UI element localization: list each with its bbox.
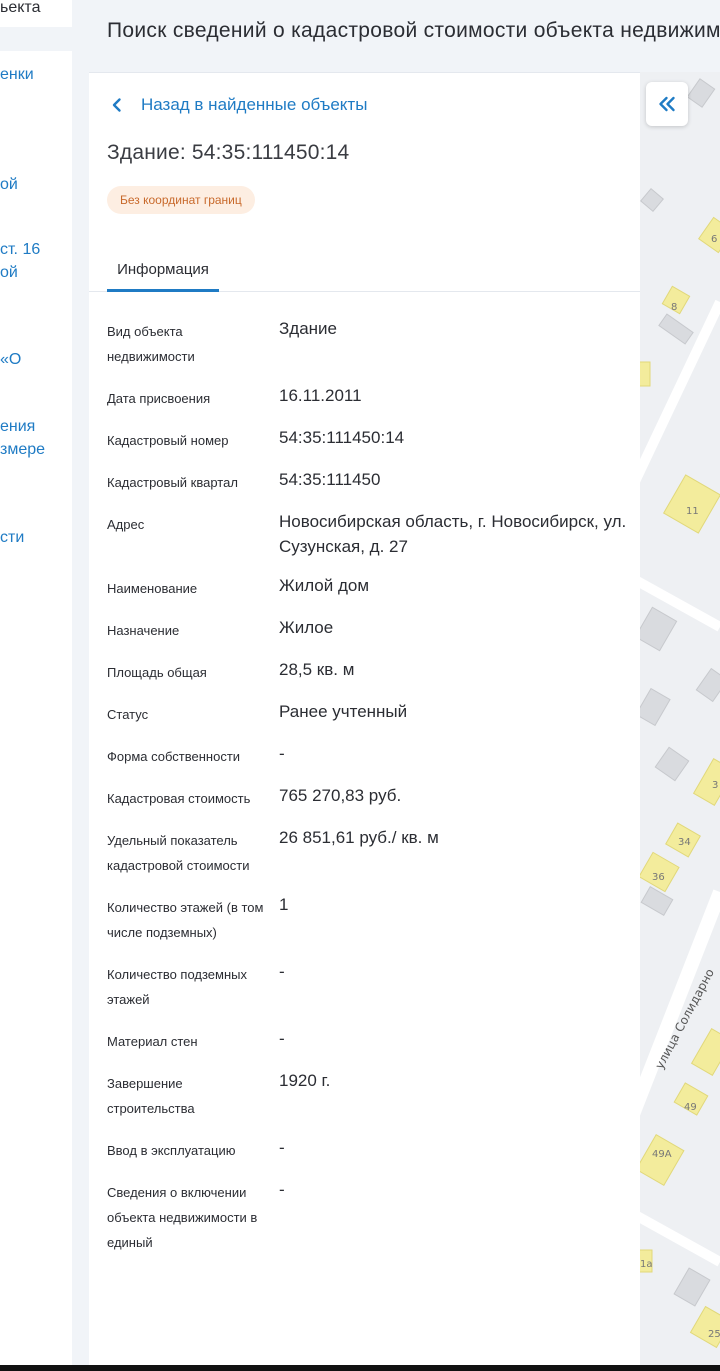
info-label: Завершение строительства xyxy=(107,1076,195,1116)
info-row: Кадастровый номер 54:35:111450:14 xyxy=(107,428,627,453)
map-label: 34 xyxy=(678,837,691,848)
info-label: Форма собственности xyxy=(107,749,241,764)
sidebar: ьекта енки ой ст. 16 ой «О ения змере ст… xyxy=(0,0,72,1371)
tab-information[interactable]: Информация xyxy=(107,251,219,292)
map-label: 8 xyxy=(671,302,677,313)
sidebar-item-label[interactable]: «О xyxy=(0,349,21,371)
info-value: Ранее учтенный xyxy=(279,702,408,721)
collapse-panel-button[interactable] xyxy=(646,82,688,126)
double-chevron-left-icon xyxy=(659,96,675,112)
info-value: Новосибирская область, г. Новосибирск, у… xyxy=(279,512,627,556)
info-list: Вид объекта недвижимости Здание Дата при… xyxy=(107,319,627,1272)
info-row: Статус Ранее учтенный xyxy=(107,702,627,727)
info-value: 1 xyxy=(279,895,289,914)
info-label: Ввод в эксплуатацию xyxy=(107,1143,236,1158)
info-label: Кадастровый квартал xyxy=(107,475,238,490)
info-value: Жилой дом xyxy=(279,576,370,595)
map-label: 25 xyxy=(708,1329,720,1340)
info-label: Вид объекта недвижимости xyxy=(107,324,195,364)
info-row: Площадь общая 28,5 кв. м xyxy=(107,660,627,685)
info-value: - xyxy=(279,962,285,981)
info-label: Адрес xyxy=(107,517,145,532)
info-label: Удельный показатель кадастровой стоимост… xyxy=(107,833,250,873)
info-label: Сведения о включении объекта недвижимост… xyxy=(107,1185,258,1250)
info-row: Адрес Новосибирская область, г. Новосиби… xyxy=(107,512,627,559)
info-row: Кадастровая стоимость 765 270,83 руб. xyxy=(107,786,627,811)
map-label: 49 xyxy=(684,1102,697,1113)
map-label: 49А xyxy=(652,1149,672,1160)
tab-bar: Информация xyxy=(89,251,640,292)
info-value: - xyxy=(279,1029,285,1048)
info-row: Материал стен - xyxy=(107,1029,627,1054)
sidebar-item-label[interactable]: ения xyxy=(0,416,35,438)
back-to-results-link[interactable]: Назад в найденные объекты xyxy=(107,93,367,117)
info-label: Статус xyxy=(107,707,149,722)
info-label: Материал стен xyxy=(107,1034,198,1049)
map-label: 3 xyxy=(712,780,718,791)
info-value: 54:35:111450:14 xyxy=(279,428,405,447)
info-value: - xyxy=(279,1138,285,1157)
back-link-label: Назад в найденные объекты xyxy=(141,95,368,114)
info-label: Дата присвоения xyxy=(107,391,211,406)
info-value: - xyxy=(279,744,285,763)
info-row: Кадастровый квартал 54:35:111450 xyxy=(107,470,627,495)
info-label: Кадастровая стоимость xyxy=(107,791,251,806)
info-value: Здание xyxy=(279,319,337,338)
sidebar-item-label[interactable]: ой xyxy=(0,174,18,196)
info-value: 28,5 кв. м xyxy=(279,660,355,679)
info-row: Удельный показатель кадастровой стоимост… xyxy=(107,828,627,878)
info-row: Завершение строительства 1920 г. xyxy=(107,1071,627,1121)
sidebar-separator xyxy=(0,27,72,51)
info-row: Форма собственности - xyxy=(107,744,627,769)
info-label: Кадастровый номер xyxy=(107,433,229,448)
bottom-bar xyxy=(0,1365,720,1371)
object-title: Здание: 54:35:111450:14 xyxy=(107,141,350,164)
info-value: 54:35:111450 xyxy=(279,470,381,489)
info-value: 765 270,83 руб. xyxy=(279,786,402,805)
info-value: 1920 г. xyxy=(279,1071,331,1090)
info-row: Назначение Жилое xyxy=(107,618,627,643)
sidebar-item-label[interactable]: ой xyxy=(0,262,18,284)
info-value: 16.11.2011 xyxy=(279,386,362,405)
sidebar-item-label[interactable]: ст. 16 xyxy=(0,239,40,261)
page-title: Поиск сведений о кадастровой стоимости о… xyxy=(107,19,720,42)
map-label: 1а xyxy=(640,1259,653,1270)
map-view[interactable]: 6 8 11 3 34 36 улица Солидарно 49 49А 1а… xyxy=(640,72,720,1371)
info-row: Сведения о включении объекта недвижимост… xyxy=(107,1180,627,1255)
map-label: 11 xyxy=(686,506,699,517)
info-label: Наименование xyxy=(107,581,198,596)
info-value: Жилое xyxy=(279,618,334,637)
sidebar-item-label[interactable]: змере xyxy=(0,439,45,461)
info-row: Количество подземных этажей - xyxy=(107,962,627,1012)
map-label: 6 xyxy=(711,234,717,245)
sidebar-item-label[interactable]: сти xyxy=(0,527,24,549)
sidebar-item-label[interactable]: енки xyxy=(0,64,34,86)
info-label: Назначение xyxy=(107,623,180,638)
sidebar-item-label: ьекта xyxy=(0,0,41,16)
info-row: Ввод в эксплуатацию - xyxy=(107,1138,627,1163)
info-value: - xyxy=(279,1180,285,1199)
info-row: Наименование Жилой дом xyxy=(107,576,627,601)
info-row: Количество этажей (в том числе подземных… xyxy=(107,895,627,945)
info-value: 26 851,61 руб./ кв. м xyxy=(279,828,439,847)
chevron-left-icon xyxy=(112,98,121,112)
details-panel: Назад в найденные объекты Здание: 54:35:… xyxy=(89,72,640,1371)
info-label: Площадь общая xyxy=(107,665,207,680)
info-row: Дата присвоения 16.11.2011 xyxy=(107,386,627,411)
info-label: Количество этажей (в том числе подземных… xyxy=(107,900,264,940)
status-badge: Без координат границ xyxy=(107,186,255,214)
info-row: Вид объекта недвижимости Здание xyxy=(107,319,627,369)
map-canvas: 6 8 11 3 34 36 улица Солидарно 49 49А 1а… xyxy=(640,78,720,1349)
info-label: Количество подземных этажей xyxy=(107,967,247,1007)
map-label: 36 xyxy=(652,872,665,883)
